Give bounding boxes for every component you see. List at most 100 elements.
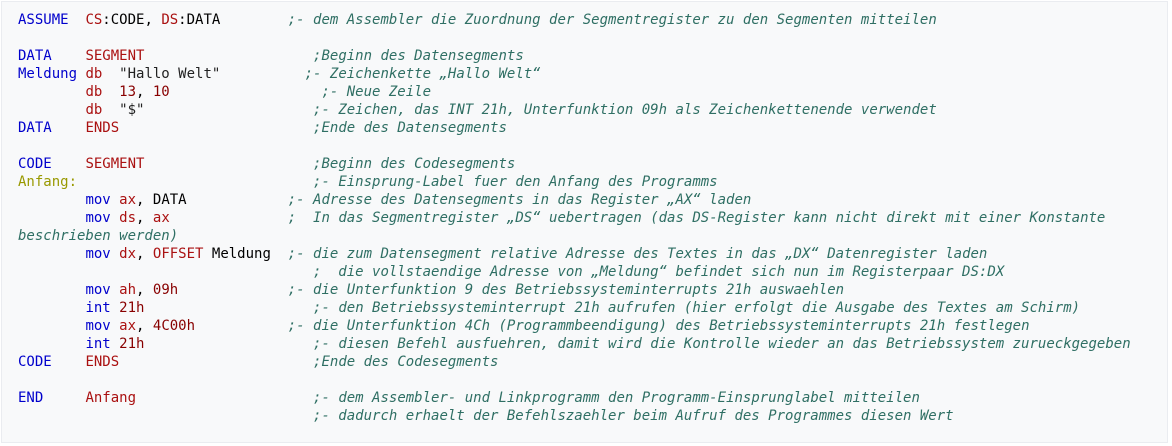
code-token-cm: ;- den Betriebssysteminterrupt 21h aufru…: [313, 300, 1081, 316]
code-token-cm: ;- Einsprung-Label fuer den Anfang des P…: [313, 174, 718, 190]
code-token-dir: ax: [152, 210, 170, 226]
code-token-op: [220, 66, 304, 82]
code-token-op: , DATA: [136, 192, 288, 208]
code-token-dir: ds: [119, 210, 137, 226]
code-token-dir: db: [85, 84, 120, 100]
code-token-kw: Meldung: [18, 66, 86, 82]
code-line: END Anfang ;- dem Assembler- und Linkpro…: [18, 389, 1167, 407]
code-token-kw: DATA: [18, 120, 86, 136]
code-token-dir: ENDS: [85, 120, 120, 136]
code-token-op: [18, 210, 85, 226]
code-token-op: [111, 210, 119, 226]
code-token-op: [144, 336, 313, 352]
code-token-kw: mov: [85, 318, 111, 334]
code-token-op: [144, 156, 313, 172]
code-line: beschrieben werden): [18, 227, 1167, 245]
code-token-kw: ASSUME: [18, 12, 86, 28]
code-token-op: [111, 192, 119, 208]
code-token-op: [18, 84, 85, 100]
code-token-op: [18, 408, 313, 424]
code-token-op: Meldung: [203, 246, 288, 262]
code-token-kw: mov: [85, 192, 111, 208]
code-token-dir: SEGMENT: [85, 48, 145, 64]
code-line: CODE ENDS ;Ende des Codesegments: [18, 353, 1167, 371]
code-token-num: 10: [152, 84, 170, 100]
code-token-cm: ;Beginn des Codesegments: [313, 156, 516, 172]
code-token-cm: ;- dem Assembler die Zuordnung der Segme…: [287, 12, 937, 28]
code-token-op: ,: [136, 318, 153, 334]
code-line: int 21h ;- diesen Befehl ausfuehren, dam…: [18, 335, 1167, 353]
code-token-num: 4C00h: [152, 318, 196, 334]
code-line: mov ax, 4C00h ;- die Unterfunktion 4Ch (…: [18, 317, 1167, 335]
code-line: Meldung db "Hallo Welt" ;- Zeichenkette …: [18, 65, 1167, 83]
code-token-dir: OFFSET: [152, 246, 204, 262]
code-token-num: 09h: [152, 282, 179, 298]
code-token-dir: ax: [119, 192, 137, 208]
code-token-op: [18, 282, 85, 298]
code-line: Anfang: ;- Einsprung-Label fuer den Anfa…: [18, 173, 1167, 191]
code-token-dir: db: [85, 102, 120, 118]
code-token-dir: ENDS: [85, 354, 120, 370]
code-line: db 13, 10 ;- Neue Zeile: [18, 83, 1167, 101]
code-token-op: [111, 246, 119, 262]
code-token-op: [18, 318, 85, 334]
code-token-cm: ;- Zeichenkette „Hallo Welt“: [304, 66, 541, 82]
code-token-op: [144, 102, 313, 118]
code-token-dir: db: [85, 66, 120, 82]
code-token-cm: ;- die zum Datensegment relative Adresse…: [287, 246, 988, 262]
code-token-kw: mov: [85, 210, 111, 226]
code-token-op: [18, 246, 85, 262]
code-line: db "$" ;- Zeichen, das INT 21h, Unterfun…: [18, 101, 1167, 119]
code-token-num: 13: [119, 84, 137, 100]
code-line: mov ah, 09h ;- die Unterfunktion 9 des B…: [18, 281, 1167, 299]
code-token-kw: CODE: [18, 156, 86, 172]
code-token-num: 21h: [119, 300, 145, 316]
code-token-kw: int: [85, 336, 111, 352]
code-token-op: [111, 318, 119, 334]
code-token-op: [178, 282, 288, 298]
code-token-op: ,: [136, 246, 153, 262]
code-token-op: [136, 390, 313, 406]
code-token-op: [111, 336, 119, 352]
code-token-kw: int: [85, 300, 111, 316]
code-token-str: "$": [119, 102, 145, 118]
code-token-op: [111, 282, 119, 298]
code-line: ;- dadurch erhaelt der Befehlszaehler be…: [18, 407, 1167, 425]
code-token-dir: ax: [119, 318, 137, 334]
code-line: int 21h ;- den Betriebssysteminterrupt 2…: [18, 299, 1167, 317]
code-token-op: [170, 210, 288, 226]
code-line: DATA SEGMENT ;Beginn des Datensegments: [18, 47, 1167, 65]
code-token-op: :DATA: [178, 12, 288, 28]
code-token-op: [18, 102, 85, 118]
code-token-cm: ; In das Segmentregister „DS“ uebertrage…: [287, 210, 1106, 226]
code-token-cm: ;- die Unterfunktion 9 des Betriebssyste…: [287, 282, 845, 298]
code-token-op: [18, 192, 85, 208]
code-token-op: [144, 300, 313, 316]
code-token-op: [119, 120, 313, 136]
code-token-dir: ah: [119, 282, 137, 298]
code-token-cm: ;- dem Assembler- und Linkprogramm den P…: [313, 390, 920, 406]
code-token-dir: dx: [119, 246, 137, 262]
code-token-op: ,: [136, 84, 153, 100]
code-token-dir: CS: [85, 12, 103, 28]
code-token-cm: ;- die Unterfunktion 4Ch (Programmbeendi…: [287, 318, 1030, 334]
code-line: ; die vollstaendige Adresse von „Meldung…: [18, 263, 1167, 281]
code-token-cm: ;- diesen Befehl ausfuehren, damit wird …: [313, 336, 1131, 352]
code-token-kw: mov: [85, 246, 111, 262]
code-token-op: :CODE,: [102, 12, 162, 28]
code-token-str: "Hallo Welt": [119, 66, 221, 82]
code-token-kw: END: [18, 390, 86, 406]
code-line: CODE SEGMENT ;Beginn des Codesegments: [18, 155, 1167, 173]
code-line: mov ax, DATA ;- Adresse des Datensegment…: [18, 191, 1167, 209]
code-token-num: 21h: [119, 336, 145, 352]
code-token-op: [77, 174, 313, 190]
code-token-dir: DS: [161, 12, 179, 28]
code-token-cm: ;- Adresse des Datensegments in das Regi…: [287, 192, 752, 208]
code-token-cm: ;Beginn des Datensegments: [313, 48, 524, 64]
code-token-cm: ;Ende des Datensegments: [313, 120, 507, 136]
code-token-op: [119, 354, 313, 370]
code-token-op: [195, 318, 288, 334]
